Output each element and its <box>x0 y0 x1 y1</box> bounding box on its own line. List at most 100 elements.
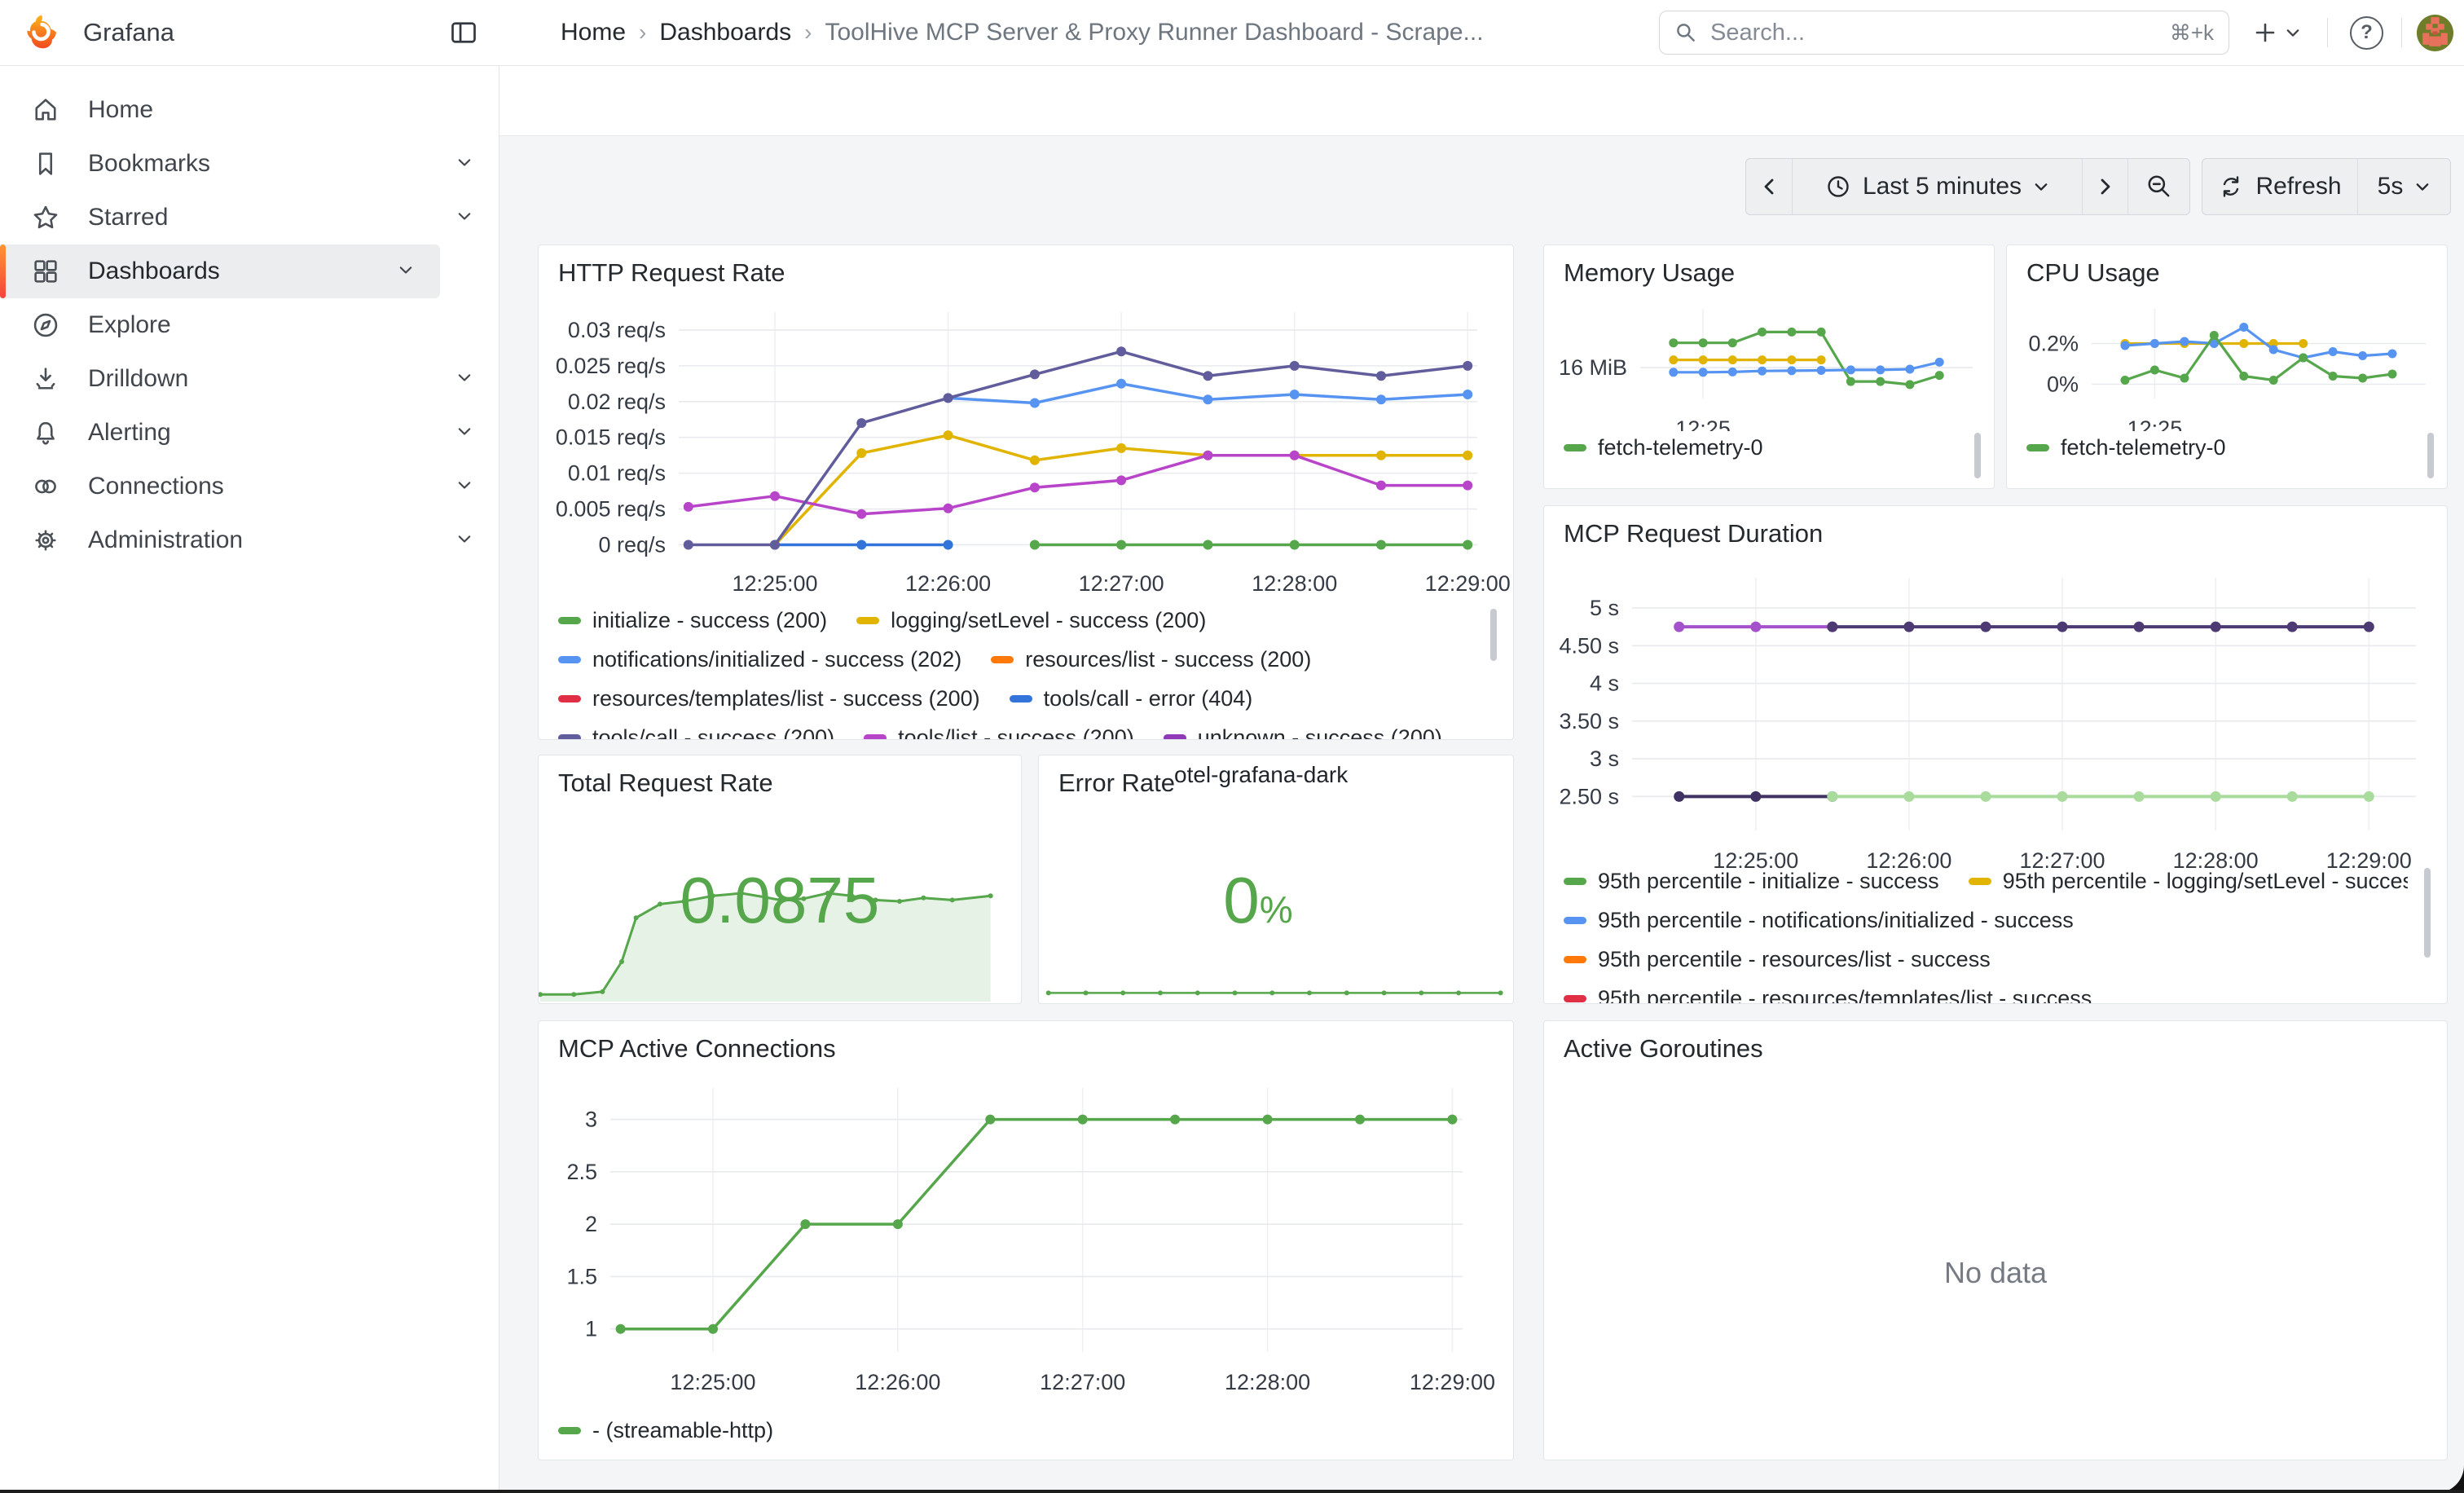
http-request-rate-chart[interactable]: 12:25:0012:26:0012:27:0012:28:0012:29:00… <box>539 297 1514 601</box>
chevron-down-icon[interactable] <box>456 532 473 549</box>
panel-title[interactable]: MCP Active Connections <box>558 1034 836 1064</box>
grafana-logo-icon[interactable] <box>24 13 59 51</box>
legend-label: notifications/initialized - success (202… <box>592 647 961 672</box>
legend-scrollbar[interactable] <box>1490 609 1497 661</box>
chevron-down-icon[interactable] <box>456 156 473 173</box>
sidebar-item-starred[interactable]: Starred <box>0 191 499 244</box>
chevron-down-icon[interactable] <box>456 478 473 495</box>
time-shift-back-button[interactable] <box>1746 159 1792 214</box>
compass-icon <box>31 310 60 340</box>
chevron-down-icon <box>2033 180 2049 193</box>
legend-item[interactable]: fetch-telemetry-0 <box>2026 435 2226 460</box>
legend-label: 95th percentile - notifications/initiali… <box>1598 908 2074 933</box>
panel-title[interactable]: Memory Usage <box>1564 258 1735 288</box>
zoom-out-icon <box>2145 173 2173 200</box>
svg-text:0.005 req/s: 0.005 req/s <box>556 497 666 522</box>
svg-text:2.50 s: 2.50 s <box>1559 784 1619 808</box>
legend-scrollbar[interactable] <box>1974 433 1981 478</box>
legend-item[interactable]: tools/call - success (200) <box>558 725 834 741</box>
chevron-left-icon <box>1762 177 1776 196</box>
sidebar-nav: HomeBookmarksStarredDashboardsExplore Dri… <box>0 65 499 1493</box>
legend-swatch-icon <box>2026 444 2049 451</box>
legend-item[interactable]: tools/list - success (200) <box>864 725 1134 741</box>
panel-title[interactable]: CPU Usage <box>2026 258 2160 288</box>
panel-title[interactable]: Error Rate <box>1058 769 1175 798</box>
search-box[interactable]: ⌘+k <box>1659 11 2229 55</box>
chevron-down-icon[interactable] <box>456 425 473 442</box>
drilldown-icon <box>31 364 60 394</box>
legend-row: 95th percentile - resources/list - succe… <box>1564 940 2408 979</box>
refresh-interval-picker[interactable]: 5s <box>2357 159 2450 214</box>
panel-title[interactable]: Total Request Rate <box>558 769 773 798</box>
sidebar-item-home[interactable]: Home <box>0 83 499 137</box>
legend-row: fetch-telemetry-0 <box>2026 428 2408 467</box>
search-input[interactable] <box>1709 19 2158 47</box>
mcp-active-connections-chart[interactable]: 12:25:0012:26:0012:27:0012:28:0012:29:00… <box>539 1070 1514 1412</box>
chevron-down-icon[interactable] <box>456 209 473 227</box>
legend-row: 95th percentile - resources/templates/li… <box>1564 979 2408 1004</box>
legend-item[interactable]: 95th percentile - resources/list - succe… <box>1564 947 1991 972</box>
chevron-down-icon <box>2414 180 2431 193</box>
refresh-button[interactable]: Refresh <box>2202 159 2357 214</box>
time-shift-forward-button[interactable] <box>2082 159 2127 214</box>
legend-item[interactable]: resources/list - success (200) <box>991 647 1311 672</box>
panel-title[interactable]: HTTP Request Rate <box>558 258 785 288</box>
panel-title[interactable]: Active Goroutines <box>1564 1034 1763 1064</box>
sidebar-item-alerting[interactable]: Alerting <box>0 406 499 460</box>
legend-swatch-icon <box>558 734 581 741</box>
legend-scrollbar[interactable] <box>2427 433 2434 478</box>
breadcrumb-item[interactable]: Dashboards <box>659 19 791 46</box>
zoom-out-button[interactable] <box>2127 159 2189 214</box>
chevron-down-icon[interactable] <box>398 263 414 280</box>
legend-swatch-icon <box>1969 878 1991 885</box>
add-button[interactable] <box>2252 0 2301 65</box>
legend-swatch-icon <box>1010 695 1032 702</box>
legend-item[interactable]: logging/setLevel - success (200) <box>856 608 1206 633</box>
legend-row: 95th percentile - notifications/initiali… <box>1564 901 2408 940</box>
legend-item[interactable]: - (streamable-http) <box>558 1418 773 1443</box>
legend-item[interactable]: notifications/initialized - success (202… <box>558 647 961 672</box>
chevron-down-icon[interactable] <box>456 371 473 388</box>
legend-label: tools/list - success (200) <box>898 725 1134 741</box>
cpu-usage-chart[interactable]: 12:250%0.2% <box>2007 297 2448 431</box>
time-range-picker[interactable]: Last 5 minutes <box>1792 159 2082 214</box>
dock-menu-icon[interactable] <box>448 18 479 47</box>
sidebar-item-bookmarks[interactable]: Bookmarks <box>0 137 499 191</box>
panel-title[interactable]: MCP Request Duration <box>1564 519 1823 548</box>
legend-swatch-icon <box>1564 995 1586 1002</box>
memory-legend: fetch-telemetry-0 <box>1564 428 1955 473</box>
legend-item[interactable]: fetch-telemetry-0 <box>1564 435 1763 460</box>
refresh-icon <box>2218 174 2244 200</box>
user-avatar[interactable] <box>2417 15 2453 51</box>
sidebar-item-explore[interactable]: Explore <box>0 298 499 352</box>
breadcrumb-item[interactable]: Home <box>561 19 626 46</box>
error-rate-sparkline[interactable] <box>1042 977 1511 1002</box>
legend-scrollbar[interactable] <box>2424 868 2431 958</box>
total-request-rate-value: 0.0875 <box>539 863 1021 938</box>
svg-text:2.5: 2.5 <box>566 1160 597 1184</box>
mcp-request-duration-chart[interactable]: 12:25:0012:26:0012:27:0012:28:0012:29:00… <box>1544 558 2448 884</box>
sidebar-item-administration[interactable]: Administration <box>0 513 499 567</box>
sidebar-item-label: Drilldown <box>88 365 188 393</box>
legend-label: 95th percentile - logging/setLevel - suc… <box>2003 869 2408 894</box>
sidebar-item-drilldown[interactable]: Drilldown <box>0 352 499 406</box>
legend-swatch-icon <box>864 734 887 741</box>
header-divider <box>2327 18 2328 47</box>
sidebar-item-connections[interactable]: Connections <box>0 460 499 513</box>
legend-item[interactable]: 95th percentile - notifications/initiali… <box>1564 908 2074 933</box>
legend-item[interactable]: unknown - success (200) <box>1164 725 1442 741</box>
legend-row: notifications/initialized - success (202… <box>558 640 1474 679</box>
sidebar-item-dashboards[interactable]: Dashboards <box>0 244 440 298</box>
legend-swatch-icon <box>558 1427 581 1434</box>
legend-swatch-icon <box>558 656 581 663</box>
legend-item[interactable]: initialize - success (200) <box>558 608 827 633</box>
svg-text:2: 2 <box>585 1212 597 1236</box>
legend-item[interactable]: 95th percentile - resources/templates/li… <box>1564 986 2092 1005</box>
legend-item[interactable]: 95th percentile - logging/setLevel - suc… <box>1969 869 2408 894</box>
svg-text:12:28:00: 12:28:00 <box>1252 571 1337 596</box>
memory-usage-chart[interactable]: 12:2516 MiB <box>1544 297 1995 431</box>
legend-item[interactable]: resources/templates/list - success (200) <box>558 686 980 711</box>
help-button[interactable]: ? <box>2350 0 2383 65</box>
legend-item[interactable]: 95th percentile - initialize - success <box>1564 869 1939 894</box>
legend-item[interactable]: tools/call - error (404) <box>1010 686 1253 711</box>
